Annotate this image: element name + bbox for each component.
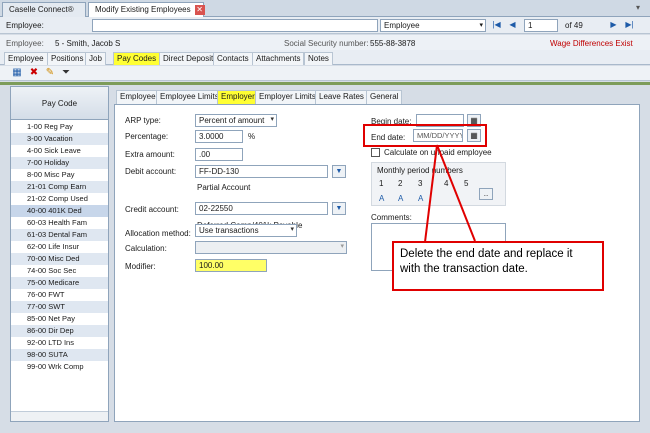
subtab-employee[interactable]: Employee bbox=[116, 90, 160, 104]
ssn-value: 555-88-3878 bbox=[370, 39, 416, 48]
list-item[interactable]: 62-00 Life Insur bbox=[11, 241, 108, 253]
subtab-general[interactable]: General bbox=[366, 90, 403, 104]
list-item[interactable]: 1-00 Reg Pay bbox=[11, 121, 108, 133]
list-item[interactable]: 85-00 Net Pay bbox=[11, 313, 108, 325]
tab-job[interactable]: Job bbox=[85, 52, 106, 65]
last-record-icon[interactable]: ▶| bbox=[624, 19, 635, 31]
list-item[interactable]: 8-00 Misc Pay bbox=[11, 169, 108, 181]
subtab-employer-limits[interactable]: Employer Limits bbox=[255, 90, 320, 104]
list-item[interactable]: 60-03 Health Fam bbox=[11, 217, 108, 229]
info-employee-label: Employee: bbox=[6, 39, 44, 48]
ssn-label: Social Security number: bbox=[284, 39, 369, 48]
toolbar: ▦ ✖ ✎ ⏷ bbox=[0, 66, 650, 81]
list-item[interactable]: 99-00 Wrk Comp bbox=[11, 361, 108, 373]
employee-label: Employee: bbox=[6, 21, 44, 30]
next-record-icon[interactable]: ▶ bbox=[608, 19, 619, 31]
tab-positions[interactable]: Positions bbox=[47, 52, 88, 65]
divider bbox=[0, 82, 650, 85]
list-item[interactable]: 76-00 FWT bbox=[11, 289, 108, 301]
document-tab-bar: Caselle Connect® Modify Existing Employe… bbox=[0, 0, 650, 17]
list-item[interactable]: 3-00 Vacation bbox=[11, 133, 108, 145]
filter-icon[interactable]: ⏷ bbox=[60, 67, 72, 79]
list-item[interactable]: 74-00 Soc Sec bbox=[11, 265, 108, 277]
pay-code-header[interactable]: Pay Code bbox=[11, 87, 108, 120]
list-item[interactable]: 21-02 Comp Used bbox=[11, 193, 108, 205]
tab-caselle-connect[interactable]: Caselle Connect® bbox=[2, 2, 86, 17]
employee-search-bar: Employee: Employee ▾ |◀ ◀ 1 of 49 ▶ ▶| bbox=[0, 17, 650, 34]
delete-icon[interactable]: ✖ bbox=[28, 67, 40, 79]
tab-attachments[interactable]: Attachments bbox=[252, 52, 305, 65]
subtab-employee-limits[interactable]: Employee Limits bbox=[156, 90, 223, 104]
search-by-value: Employee bbox=[384, 21, 420, 30]
edit-icon[interactable]: ✎ bbox=[44, 67, 56, 79]
record-number-input[interactable]: 1 bbox=[524, 19, 558, 32]
chevron-down-icon: ▾ bbox=[479, 22, 483, 29]
tab-notes[interactable]: Notes bbox=[304, 52, 333, 65]
list-item[interactable]: 75-00 Medicare bbox=[11, 277, 108, 289]
main-tab-bar: Employee Positions Job Pay Codes Direct … bbox=[0, 50, 650, 65]
wage-warning: Wage Differences Exist bbox=[550, 39, 633, 48]
record-total: of 49 bbox=[565, 21, 583, 30]
close-icon[interactable]: ✕ bbox=[194, 5, 205, 15]
chevron-down-icon[interactable]: ▾ bbox=[636, 3, 646, 13]
list-item-selected[interactable]: 40-00 401K Ded bbox=[11, 205, 108, 217]
record-number-value: 1 bbox=[528, 21, 533, 30]
tab-contacts[interactable]: Contacts bbox=[213, 52, 253, 65]
employer-panel: ARP type: Percent of amount ▾ Percentage:… bbox=[114, 104, 640, 422]
subtab-leave-rates[interactable]: Leave Rates bbox=[315, 90, 368, 104]
list-item[interactable]: 61-03 Dental Fam bbox=[11, 229, 108, 241]
list-item[interactable]: 86-00 Dir Dep bbox=[11, 325, 108, 337]
first-record-icon[interactable]: |◀ bbox=[491, 19, 502, 31]
tab-modify-existing-employees[interactable]: Modify Existing Employees ✕ bbox=[88, 2, 205, 17]
instruction-callout: Delete the end date and replace it with … bbox=[392, 241, 604, 291]
list-item[interactable]: 77-00 SWT bbox=[11, 301, 108, 313]
pay-code-list: Pay Code 1-00 Reg Pay 3-00 Vacation 4-00… bbox=[10, 86, 109, 422]
search-by-select[interactable]: Employee ▾ bbox=[380, 19, 486, 32]
tab-label: Modify Existing Employees bbox=[95, 5, 191, 15]
tab-pay-codes[interactable]: Pay Codes bbox=[113, 52, 161, 65]
list-item[interactable]: 92-00 LTD Ins bbox=[11, 337, 108, 349]
list-item[interactable]: 98-00 SUTA bbox=[11, 349, 108, 361]
list-item[interactable]: 4-00 Sick Leave bbox=[11, 145, 108, 157]
grid-icon[interactable]: ▦ bbox=[11, 67, 23, 79]
tab-direct-deposit[interactable]: Direct Deposit bbox=[159, 52, 218, 65]
list-item[interactable]: 70-00 Misc Ded bbox=[11, 253, 108, 265]
tab-employee[interactable]: Employee bbox=[4, 52, 48, 65]
employee-search-input[interactable] bbox=[92, 19, 378, 32]
list-item[interactable]: 7-00 Holiday bbox=[11, 157, 108, 169]
sub-tab-bar: Employee Employee Limits Employer Employ… bbox=[114, 90, 640, 104]
employee-info-bar: Employee: 5 - Smith, Jacob S Social Secu… bbox=[0, 35, 650, 50]
horizontal-scrollbar[interactable] bbox=[11, 411, 108, 421]
info-employee-value: 5 - Smith, Jacob S bbox=[55, 39, 121, 48]
subtab-employer[interactable]: Employer bbox=[217, 90, 259, 104]
previous-record-icon[interactable]: ◀ bbox=[507, 19, 518, 31]
list-item[interactable]: 21-01 Comp Earn bbox=[11, 181, 108, 193]
tab-label: Caselle Connect® bbox=[9, 5, 74, 14]
